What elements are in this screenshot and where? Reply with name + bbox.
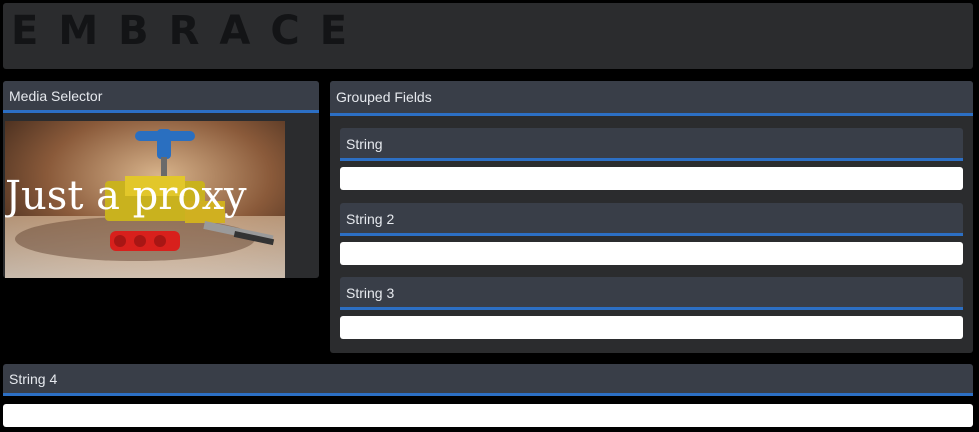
embrace-logo: EMBRACE [11,8,368,54]
string-input[interactable] [340,167,963,190]
preview-caption: Just a proxy [5,173,247,219]
grouped-fields-panel: Grouped Fields String String 2 String 3 [330,81,973,353]
field-string-3: String 3 [340,277,963,339]
string-3-input[interactable] [340,316,963,339]
field-string-2: String 2 [340,203,963,265]
field-string-4: String 4 [3,364,973,427]
string-2-input[interactable] [340,242,963,265]
string-4-input[interactable] [3,404,973,427]
app-header: EMBRACE [3,3,973,69]
media-selector-panel: Media Selector Just a proxy [3,81,319,278]
field-label-string-4: String 4 [3,364,973,396]
field-label-string-3: String 3 [340,277,963,310]
media-selector-title: Media Selector [3,81,319,113]
media-preview-graphic: Just a proxy [5,121,285,278]
field-label-string-2: String 2 [340,203,963,236]
grouped-fields-title: Grouped Fields [330,81,973,116]
field-string: String [340,128,963,190]
media-preview-image[interactable]: Just a proxy [5,121,285,278]
field-label-string: String [340,128,963,161]
